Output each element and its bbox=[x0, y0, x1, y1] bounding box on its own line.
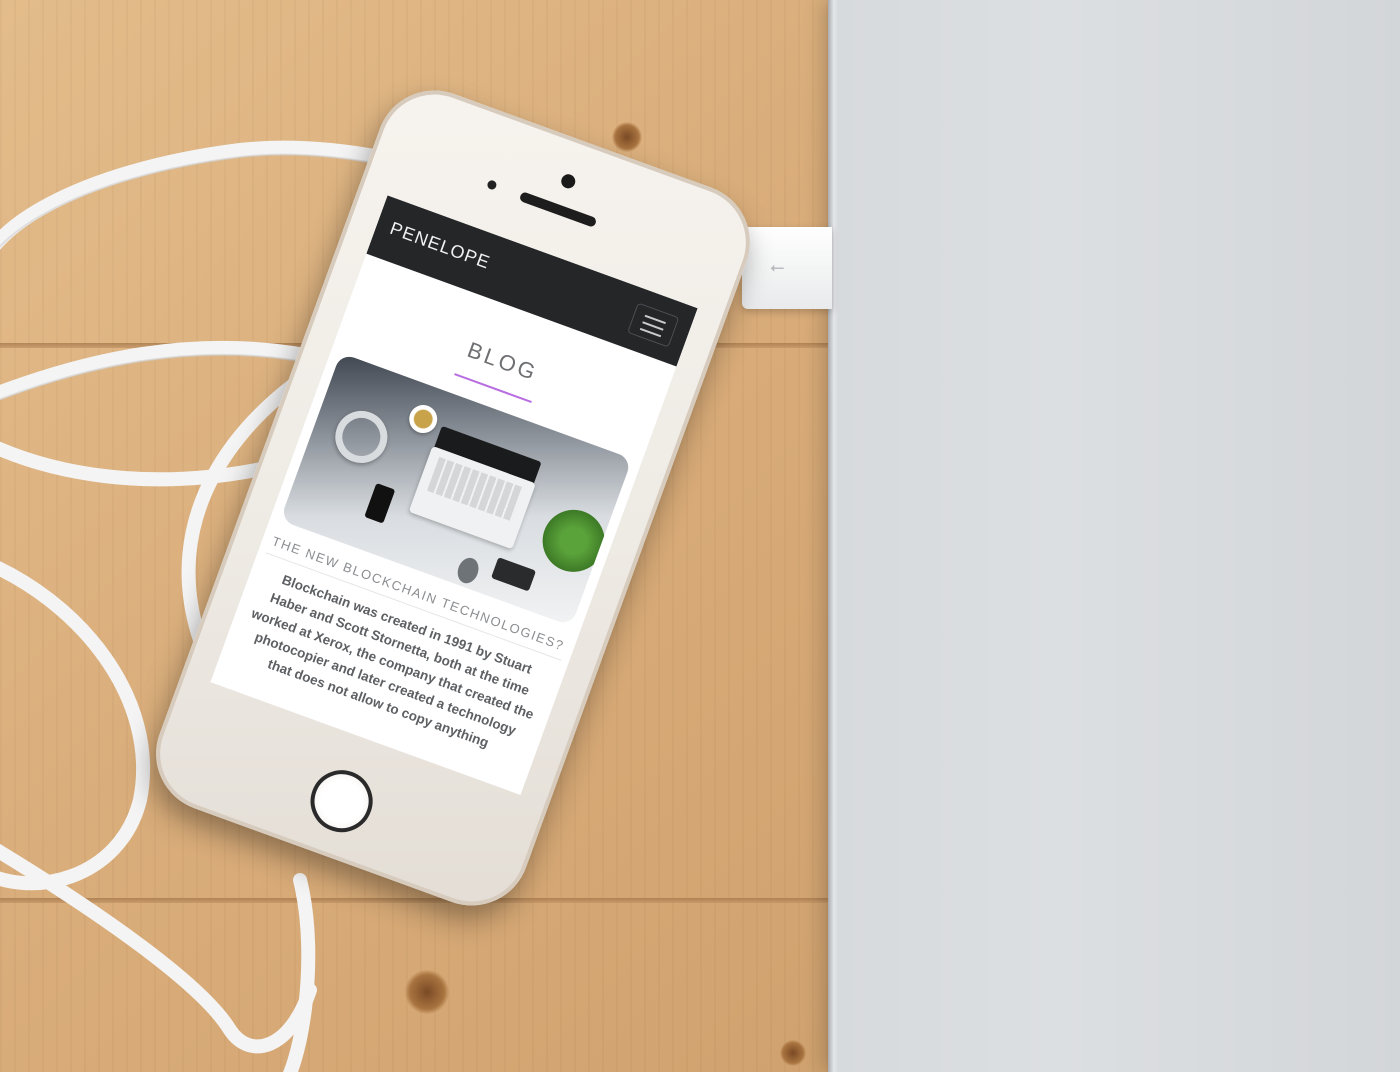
home-button[interactable] bbox=[301, 761, 382, 841]
coffee-cup-image bbox=[405, 401, 442, 437]
photo-scene: ⭠ PENELOPE BLOG THE NEW BLOCKCHAIN TECHN… bbox=[0, 0, 1400, 1072]
charging-cable bbox=[0, 140, 752, 1072]
headphones-image bbox=[328, 403, 395, 471]
mouse-image bbox=[454, 554, 482, 587]
site-brand[interactable]: PENELOPE bbox=[387, 218, 493, 274]
proximity-sensor bbox=[486, 179, 498, 191]
front-camera bbox=[559, 172, 578, 191]
plant-image bbox=[533, 501, 614, 581]
camera-image bbox=[490, 557, 537, 592]
earpiece-speaker bbox=[518, 191, 598, 228]
hamburger-menu-icon[interactable] bbox=[627, 302, 680, 348]
desk-phone-image bbox=[364, 482, 396, 524]
usb-connector: ⭠ bbox=[742, 227, 832, 309]
usb-icon: ⭠ bbox=[770, 257, 785, 278]
